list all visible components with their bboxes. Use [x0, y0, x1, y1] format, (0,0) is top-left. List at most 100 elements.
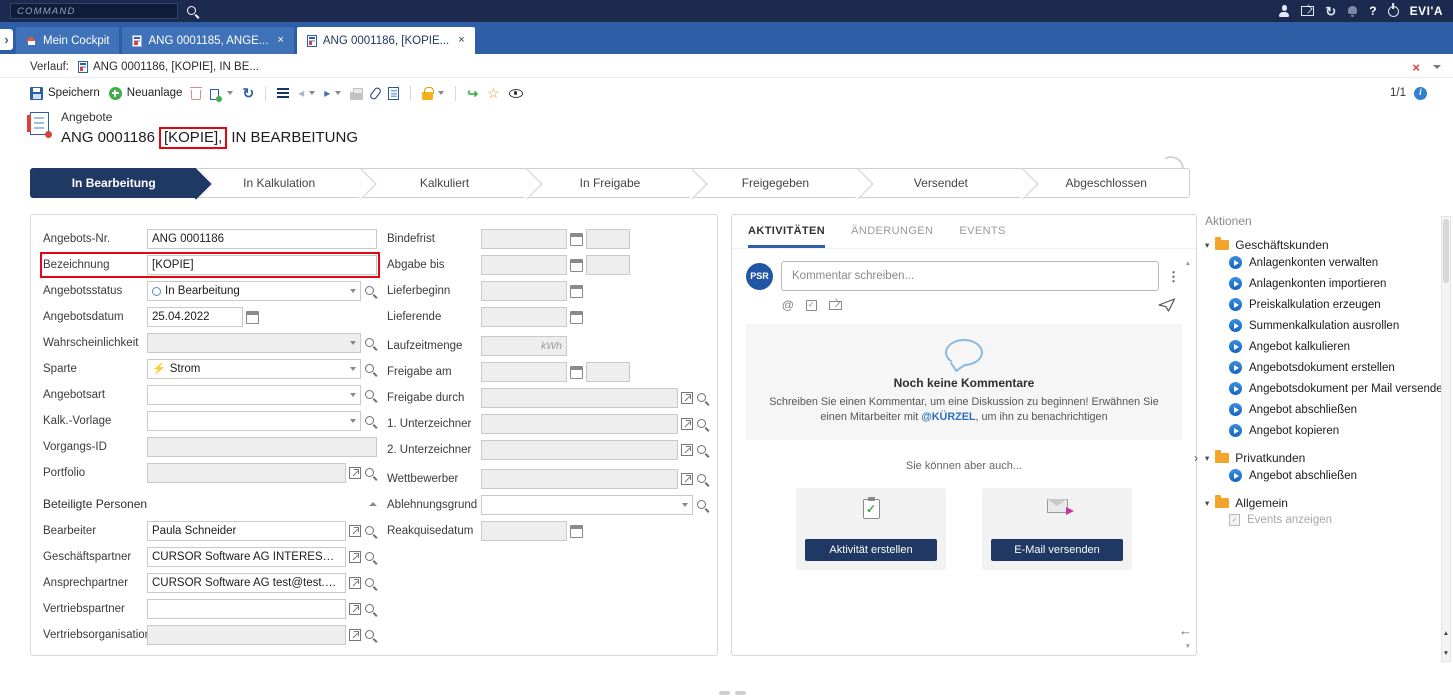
search-icon[interactable] [696, 473, 709, 486]
tree-collapse-icon[interactable]: ▾ [1205, 241, 1209, 250]
collapse-section-icon[interactable] [369, 502, 377, 506]
action-item[interactable]: Anlagenkonten verwalten [1205, 252, 1449, 273]
action-group-allgemein[interactable]: ▾ Allgemein [1205, 496, 1449, 510]
unterzeichner-2-lookup[interactable] [481, 440, 678, 460]
tab-ang-0001186[interactable]: ANG 0001186, [KOPIE... × [297, 27, 475, 54]
more-options-icon[interactable]: ⋮ [1167, 270, 1180, 283]
open-record-icon[interactable] [349, 551, 361, 563]
section-beteiligte-personen[interactable]: Beteiligte Personen [43, 497, 377, 511]
process-step-7[interactable]: Abgeschlossen [1024, 168, 1190, 198]
process-step-6[interactable]: Versendet [858, 168, 1023, 198]
sidebar-expander-icon[interactable]: › [0, 29, 13, 50]
clear-history-icon[interactable]: × [1412, 61, 1420, 74]
tab-events[interactable]: EVENTS [959, 225, 1005, 248]
close-tab-icon[interactable]: × [458, 35, 464, 46]
vertriebsorganisation-lookup[interactable] [147, 625, 346, 645]
refresh-button[interactable]: ↻ [242, 86, 254, 100]
send-email-button[interactable]: E-Mail versenden [991, 539, 1123, 561]
navigate-back-button[interactable]: ◂ [298, 87, 315, 99]
geschaeftspartner-lookup[interactable]: CURSOR Software AG INTERESSENT [147, 547, 346, 567]
mention-link[interactable]: @KÜRZEL [921, 411, 975, 423]
tab-aktivitaeten[interactable]: AKTIVITÄTEN [748, 225, 825, 248]
command-search-icon[interactable] [186, 5, 199, 18]
action-item[interactable]: Anlagenkonten importieren [1205, 273, 1449, 294]
open-record-icon[interactable] [681, 473, 693, 485]
tree-expander-icon[interactable]: › [1194, 452, 1198, 464]
history-item[interactable]: ANG 0001186, [KOPIE], IN BE... [78, 61, 259, 73]
mail-icon[interactable] [1301, 6, 1314, 16]
search-icon[interactable] [696, 444, 709, 457]
mention-icon[interactable]: @ [782, 299, 794, 311]
angebots-nr-input[interactable]: ANG 0001186 [147, 229, 377, 249]
angebotsart-select[interactable] [147, 385, 361, 405]
scroll-up-icon[interactable]: ▲ [1185, 261, 1191, 268]
scroll-down-icon[interactable]: ▼ [1185, 644, 1191, 651]
open-record-icon[interactable] [349, 577, 361, 589]
tab-mein-cockpit[interactable]: Mein Cockpit [16, 27, 119, 54]
user-icon[interactable] [1278, 5, 1290, 17]
search-icon[interactable] [364, 551, 377, 564]
dropdown-icon[interactable] [682, 503, 688, 507]
word-export-button[interactable] [388, 87, 399, 100]
create-activity-button[interactable]: Aktivität erstellen [805, 539, 937, 561]
search-icon[interactable] [364, 337, 377, 350]
process-step-2[interactable]: In Kalkulation [196, 168, 361, 198]
logout-power-icon[interactable] [1388, 6, 1399, 17]
favorite-button[interactable]: ☆ [487, 86, 500, 100]
action-item[interactable]: Angebotsdokument per Mail versenden [1205, 378, 1449, 399]
scroll-up-icon[interactable]: ▲ [1442, 631, 1450, 638]
send-comment-icon[interactable] [1158, 298, 1176, 312]
portfolio-lookup[interactable] [147, 463, 346, 483]
notifications-icon[interactable] [1347, 5, 1358, 17]
email-icon[interactable] [829, 301, 842, 310]
laufzeitmenge-input[interactable]: kWh [481, 336, 567, 356]
vertical-scrollbar[interactable]: ▲ ▼ [1441, 216, 1451, 662]
calendar-icon[interactable] [570, 525, 583, 538]
open-record-icon[interactable] [681, 418, 693, 430]
calendar-icon[interactable] [246, 311, 259, 324]
sparte-select[interactable]: ⚡ Strom [147, 359, 361, 379]
abgabe-bis-date-input[interactable] [481, 255, 567, 275]
command-input[interactable] [10, 3, 178, 19]
calendar-icon[interactable] [570, 311, 583, 324]
action-item[interactable]: Preiskalkulation erzeugen [1205, 294, 1449, 315]
list-view-button[interactable] [277, 88, 289, 98]
scroll-down-icon[interactable]: ▼ [1442, 651, 1450, 658]
sync-icon[interactable]: ↻ [1325, 5, 1336, 18]
angebotsstatus-select[interactable]: In Bearbeitung [147, 281, 361, 301]
history-dropdown-icon[interactable] [1433, 65, 1441, 69]
task-checkbox-icon[interactable]: ✓ [806, 300, 817, 311]
process-step-4[interactable]: In Freigabe [527, 168, 692, 198]
bearbeiter-lookup[interactable]: Paula Schneider [147, 521, 346, 541]
tree-collapse-icon[interactable]: ▾ [1205, 499, 1209, 508]
search-icon[interactable] [696, 418, 709, 431]
dropdown-icon[interactable] [350, 393, 356, 397]
dropdown-icon[interactable] [350, 341, 356, 345]
ansprechpartner-lookup[interactable]: CURSOR Software AG test@test.de CURS... [147, 573, 346, 593]
search-icon[interactable] [364, 363, 377, 376]
print-button[interactable] [350, 92, 363, 100]
open-record-icon[interactable] [681, 444, 693, 456]
search-icon[interactable] [364, 577, 377, 590]
bindefrist-time-input[interactable] [586, 229, 630, 249]
reakquisedatum-input[interactable] [481, 521, 567, 541]
copy-button[interactable] [210, 86, 233, 100]
freigabe-am-time-input[interactable] [586, 362, 630, 382]
open-record-icon[interactable] [681, 392, 693, 404]
navigate-forward-button[interactable]: ▸ [324, 87, 341, 99]
comment-input[interactable] [781, 261, 1159, 291]
action-item[interactable]: Angebot abschließen [1205, 399, 1449, 420]
search-icon[interactable] [364, 525, 377, 538]
new-record-button[interactable]: Neuanlage [109, 87, 183, 100]
process-step-3[interactable]: Kalkuliert [362, 168, 527, 198]
scrollbar-thumb[interactable] [1443, 219, 1449, 283]
vorgangs-id-input[interactable] [147, 437, 377, 457]
wahrscheinlichkeit-select[interactable] [147, 333, 361, 353]
back-dropdown-icon[interactable] [309, 91, 315, 95]
collapse-panel-icon[interactable]: ← [1179, 624, 1192, 637]
calendar-icon[interactable] [570, 259, 583, 272]
action-item[interactable]: Angebot abschließen [1205, 465, 1449, 486]
calendar-icon[interactable] [570, 285, 583, 298]
close-tab-icon[interactable]: × [277, 35, 283, 46]
dropdown-icon[interactable] [350, 289, 356, 293]
